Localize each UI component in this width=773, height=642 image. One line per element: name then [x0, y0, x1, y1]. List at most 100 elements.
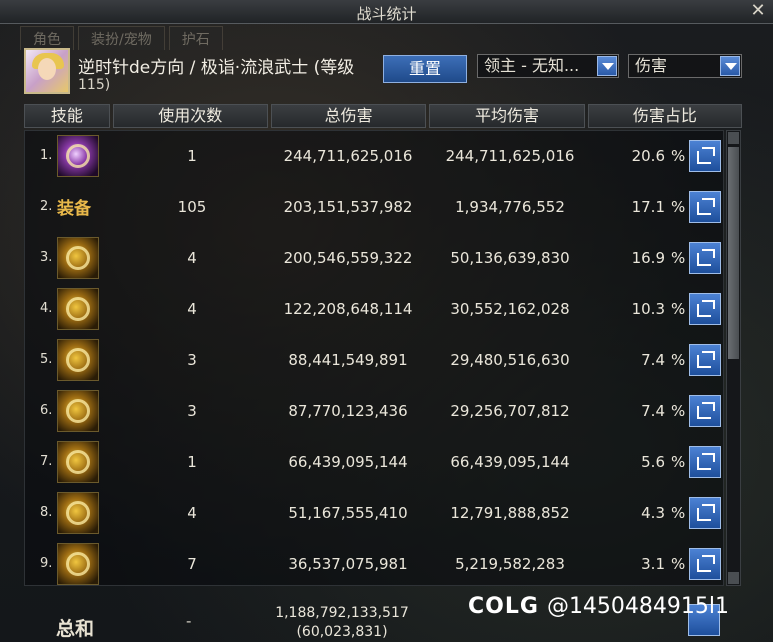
bg-tab-amulet: 护石	[168, 26, 223, 50]
avg-damage-value: 29,480,516,630	[450, 351, 570, 369]
share-icon[interactable]	[689, 446, 721, 478]
row-index: 2.	[40, 199, 53, 214]
window-titlebar: 战斗统计 ✕	[0, 0, 773, 24]
row-index: 4.	[40, 301, 53, 316]
percent-sign: %	[671, 300, 686, 318]
table-scrollbar[interactable]	[726, 130, 741, 586]
share-icon[interactable]	[689, 293, 721, 325]
gold-wave-skill-icon	[57, 441, 99, 483]
avg-damage-value: 1,934,776,552	[455, 198, 565, 216]
share-icon[interactable]	[689, 548, 721, 580]
damage-table: 1. 1 244,711,625,016 244,711,625,016 20.…	[24, 130, 724, 586]
table-row: 2. 装备 105 203,151,537,982 1,934,776,552 …	[25, 182, 725, 233]
gold-slash-skill-icon	[57, 339, 99, 381]
avg-damage-value: 5,219,582,283	[455, 555, 565, 573]
metric-filter-dropdown[interactable]: 伤害	[628, 54, 742, 78]
damage-share-value: 5.6	[641, 453, 665, 471]
summary-total-sub: (60,023,831)	[296, 624, 388, 640]
percent-sign: %	[671, 198, 686, 216]
chevron-down-icon[interactable]	[597, 56, 617, 76]
avg-damage-value: 30,552,162,028	[450, 300, 570, 318]
share-icon[interactable]	[689, 242, 721, 274]
equipment-label: 装备	[57, 199, 91, 219]
row-index: 3.	[40, 250, 53, 265]
col-damage-share[interactable]: 伤害占比	[587, 104, 743, 128]
total-damage-value: 88,441,549,891	[288, 351, 408, 369]
table-row: 8. 4 51,167,555,410 12,791,888,852 4.3 %	[25, 488, 725, 539]
watermark-logo: COLG	[468, 593, 539, 619]
table-row: 4. 4 122,208,648,114 30,552,162,028 10.3…	[25, 284, 725, 335]
avg-damage-value: 244,711,625,016	[445, 147, 575, 165]
row-index: 7.	[40, 454, 53, 469]
background-tabs: 角色 装扮/宠物 护石	[20, 26, 223, 50]
window-title: 战斗统计	[356, 5, 417, 23]
scroll-thumb[interactable]	[728, 147, 739, 359]
share-icon[interactable]	[689, 344, 721, 376]
watermark-handle: @1450484915l1	[546, 593, 730, 619]
avg-damage-value: 50,136,639,830	[450, 249, 570, 267]
table-row: 6. 3 87,770,123,436 29,256,707,812 7.4 %	[25, 386, 725, 437]
metric-filter-value: 伤害	[635, 56, 668, 75]
damage-share-value: 7.4	[641, 351, 665, 369]
total-damage-value: 66,439,095,144	[288, 453, 408, 471]
damage-share-value: 17.1	[631, 198, 665, 216]
uses-value: 4	[187, 300, 197, 318]
uses-value: 4	[187, 504, 197, 522]
watermark: COLG @1450484915l1	[468, 590, 729, 622]
table-row: 7. 1 66,439,095,144 66,439,095,144 5.6 %	[25, 437, 725, 488]
percent-sign: %	[671, 147, 686, 165]
scroll-up-icon[interactable]	[728, 132, 739, 144]
avg-damage-value: 12,791,888,852	[450, 504, 570, 522]
table-row: 5. 3 88,441,549,891 29,480,516,630 7.4 %	[25, 335, 725, 386]
summary-total-value: 1,188,792,133,517	[275, 605, 409, 621]
reset-button[interactable]: 重置	[383, 55, 467, 83]
target-filter-dropdown[interactable]: 领主 - 无知...	[477, 54, 619, 78]
close-icon[interactable]: ✕	[749, 1, 767, 21]
character-avatar	[24, 48, 70, 94]
total-damage-value: 36,537,075,981	[288, 555, 408, 573]
row-index: 8.	[40, 505, 53, 520]
damage-share-value: 4.3	[641, 504, 665, 522]
bg-tab-avatar-pet: 装扮/宠物	[78, 26, 165, 50]
avg-damage-value: 29,256,707,812	[450, 402, 570, 420]
chevron-down-icon[interactable]	[720, 56, 740, 76]
uses-value: 105	[177, 198, 207, 216]
row-index: 9.	[40, 556, 53, 571]
character-level: 115)	[78, 77, 111, 93]
gold-strike-skill-icon	[57, 543, 99, 585]
uses-value: 1	[187, 147, 197, 165]
percent-sign: %	[671, 453, 686, 471]
table-row: 1. 1 244,711,625,016 244,711,625,016 20.…	[25, 131, 725, 182]
scroll-down-icon[interactable]	[728, 572, 739, 584]
total-damage-value: 244,711,625,016	[283, 147, 413, 165]
total-damage-value: 87,770,123,436	[288, 402, 408, 420]
damage-share-value: 3.1	[641, 555, 665, 573]
gold-swirl-skill-icon	[57, 288, 99, 330]
target-filter-value: 领主 - 无知...	[484, 56, 580, 75]
total-damage-value: 203,151,537,982	[283, 198, 413, 216]
table-row: 9. 7 36,537,075,981 5,219,582,283 3.1 %	[25, 539, 725, 590]
gold-palm-skill-icon	[57, 390, 99, 432]
col-uses[interactable]: 使用次数	[112, 104, 268, 128]
col-total-damage[interactable]: 总伤害	[270, 104, 427, 128]
damage-share-value: 16.9	[631, 249, 665, 267]
character-name: 逆时针de方向 / 极诣·流浪武士 (等级	[78, 58, 355, 78]
uses-value: 3	[187, 402, 197, 420]
percent-sign: %	[671, 555, 686, 573]
damage-share-value: 20.6	[631, 147, 665, 165]
damage-share-value: 7.4	[641, 402, 665, 420]
col-avg-damage[interactable]: 平均伤害	[429, 104, 585, 128]
row-index: 6.	[40, 403, 53, 418]
share-icon[interactable]	[689, 497, 721, 529]
purple-skill-icon	[57, 135, 99, 177]
table-row: 3. 4 200,546,559,322 50,136,639,830 16.9…	[25, 233, 725, 284]
share-icon[interactable]	[689, 395, 721, 427]
share-icon[interactable]	[689, 140, 721, 172]
table-header: 技能 使用次数 总伤害 平均伤害 伤害占比	[24, 104, 743, 128]
row-index: 5.	[40, 352, 53, 367]
summary-total-damage: 1,188,792,133,517 (60,023,831)	[262, 604, 422, 642]
share-icon[interactable]	[689, 191, 721, 223]
col-skill[interactable]: 技能	[24, 104, 110, 128]
percent-sign: %	[671, 249, 686, 267]
avg-damage-value: 66,439,095,144	[450, 453, 570, 471]
